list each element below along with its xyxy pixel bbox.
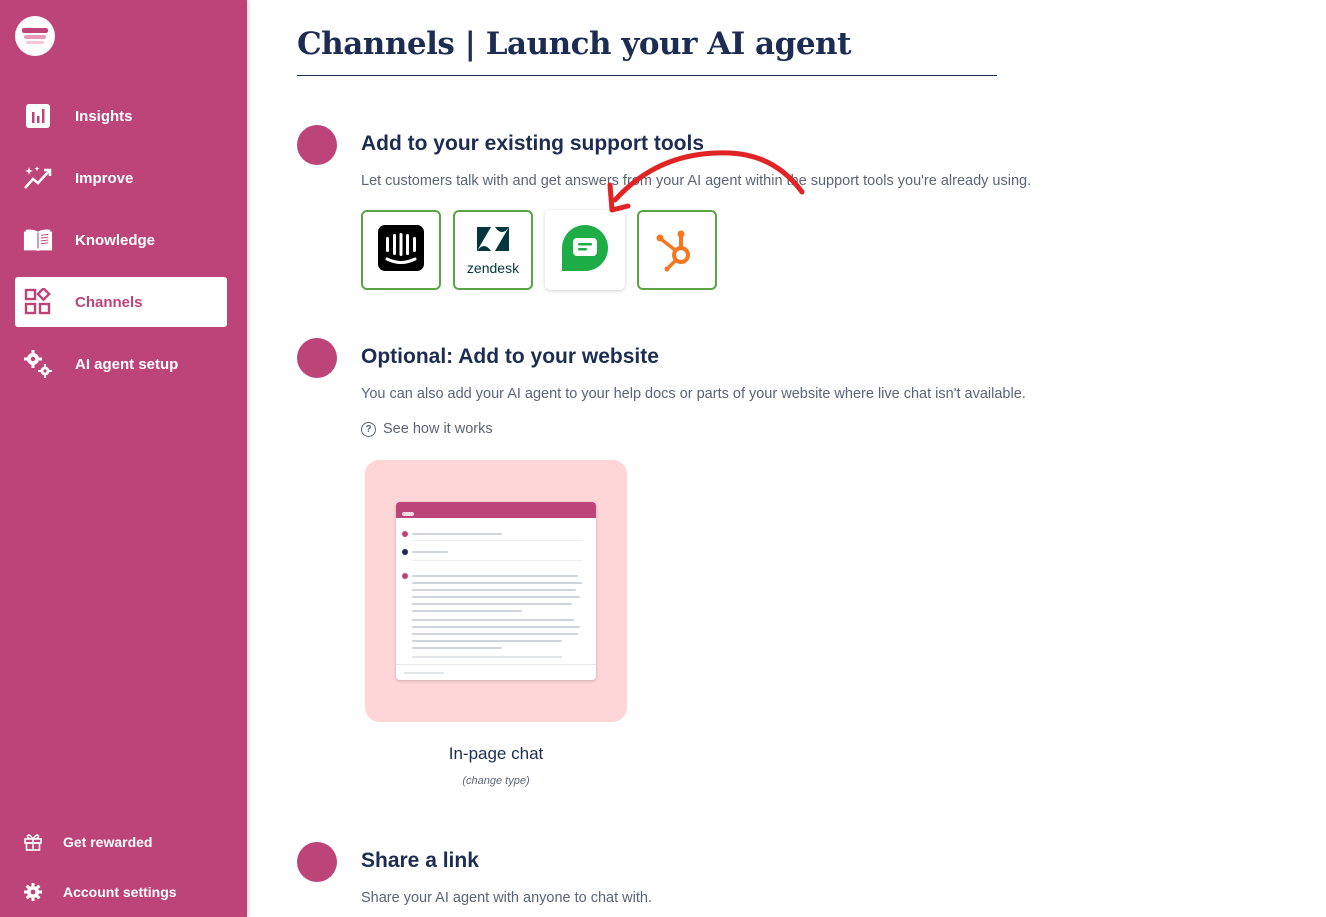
sidebar-item-knowledge[interactable]: Knowledge <box>15 215 227 265</box>
open-book-icon <box>23 225 53 255</box>
hubspot-icon <box>653 224 701 277</box>
intercom-card[interactable] <box>361 210 441 290</box>
bar-chart-icon <box>23 101 53 131</box>
gear-icon <box>22 881 44 903</box>
step-marker <box>297 338 337 378</box>
gift-icon <box>22 831 44 853</box>
help-circle-icon: ? <box>361 421 376 437</box>
step-marker <box>297 842 337 882</box>
sidebar-item-channels[interactable]: Channels <box>15 277 227 327</box>
sidebar-item-account-settings[interactable]: Account settings <box>22 881 177 903</box>
sidebar-item-improve[interactable]: Improve <box>15 153 227 203</box>
sidebar-item-get-rewarded[interactable]: Get rewarded <box>22 831 152 853</box>
chat-widget-thumbnail <box>396 502 596 680</box>
annotation-arrow <box>607 150 805 213</box>
help-link-label: See how it works <box>383 421 493 437</box>
sidebar-item-label: Get rewarded <box>63 834 153 850</box>
sidebar-item-ai-agent-setup[interactable]: AI agent setup <box>15 339 227 389</box>
zendesk-icon <box>475 225 511 258</box>
intercom-icon <box>377 224 425 277</box>
sidebar-item-label: Account settings <box>63 884 177 900</box>
title-divider <box>297 75 997 76</box>
section-description-share: Share your AI agent with anyone to chat … <box>361 890 652 906</box>
in-page-chat-label: In-page chat <box>448 744 544 763</box>
see-how-it-works-link[interactable]: ? See how it works <box>361 421 493 437</box>
sidebar-item-label: Improve <box>75 169 134 187</box>
sidebar: Insights Improve Knowledge Channels AI a <box>0 0 247 917</box>
sidebar-item-insights[interactable]: Insights <box>15 91 227 141</box>
section-heading-website: Optional: Add to your website <box>361 345 659 368</box>
sidebar-item-label: Channels <box>75 293 143 311</box>
gears-icon <box>23 349 53 379</box>
sparkle-trend-icon <box>23 163 53 193</box>
page-title: Channels | Launch your AI agent <box>297 26 851 62</box>
zendesk-label: zendesk <box>466 259 520 276</box>
step-marker <box>297 125 337 165</box>
section-description-website: You can also add your AI agent to your h… <box>361 386 1026 402</box>
sidebar-item-label: AI agent setup <box>75 355 179 373</box>
sidebar-item-label: Insights <box>75 107 133 125</box>
zendesk-card[interactable]: zendesk <box>453 210 533 290</box>
logo[interactable] <box>15 16 55 56</box>
channels-grid-icon <box>23 287 53 317</box>
app: Insights Improve Knowledge Channels AI a <box>0 0 1326 917</box>
freshchat-icon <box>560 223 610 278</box>
change-type-link[interactable]: (change type) <box>365 775 627 787</box>
sidebar-item-label: Knowledge <box>75 231 156 249</box>
section-heading-share: Share a link <box>361 849 479 872</box>
in-page-chat-preview[interactable] <box>365 460 627 722</box>
